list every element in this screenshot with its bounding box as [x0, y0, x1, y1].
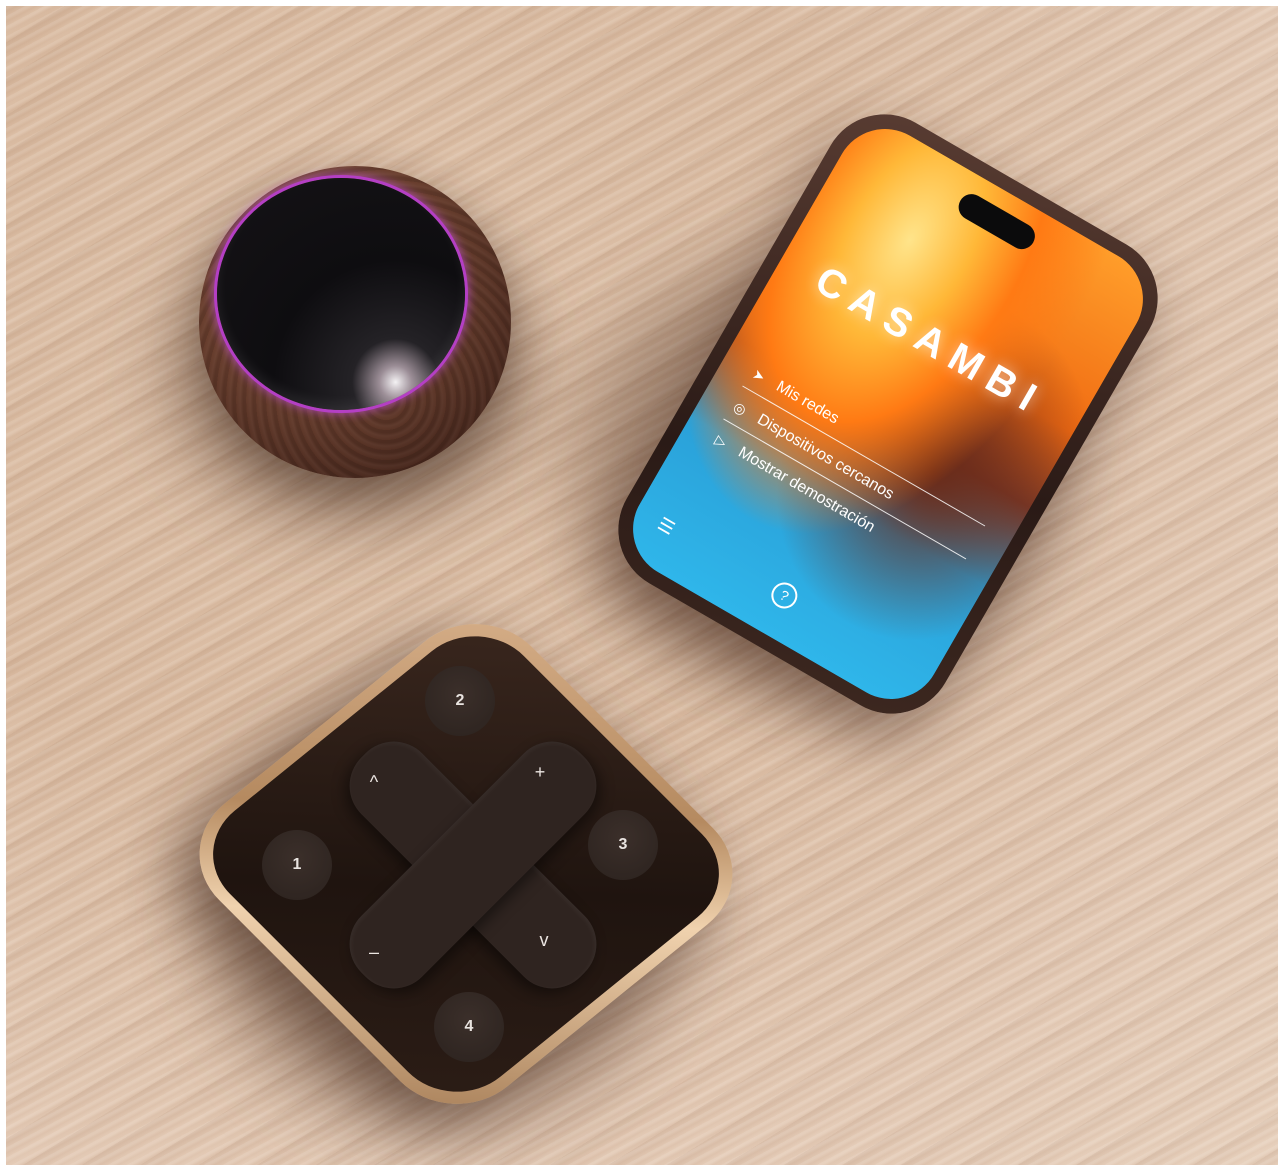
- speaker-top-surface: [217, 178, 465, 410]
- switch-key-3[interactable]: 3: [588, 810, 658, 880]
- play-icon: ▷: [712, 431, 730, 451]
- switch-key-1[interactable]: 1: [262, 830, 332, 900]
- help-icon[interactable]: ?: [766, 577, 803, 614]
- camera-island: [953, 189, 1040, 254]
- down-symbol: v: [539, 930, 549, 950]
- radar-icon: ◎: [731, 397, 750, 418]
- minus-symbol: –: [368, 942, 379, 962]
- smart-speaker: [199, 166, 511, 478]
- switch-key-2[interactable]: 2: [425, 666, 495, 736]
- send-icon: ➤: [750, 365, 769, 385]
- switch-key-4[interactable]: 4: [434, 992, 504, 1062]
- wireless-switch-controls: 2 1 3 4 ^ + – v: [228, 622, 698, 1110]
- settings-icon[interactable]: ☰: [654, 513, 683, 541]
- plus-symbol: +: [534, 762, 546, 782]
- up-symbol: ^: [369, 772, 379, 792]
